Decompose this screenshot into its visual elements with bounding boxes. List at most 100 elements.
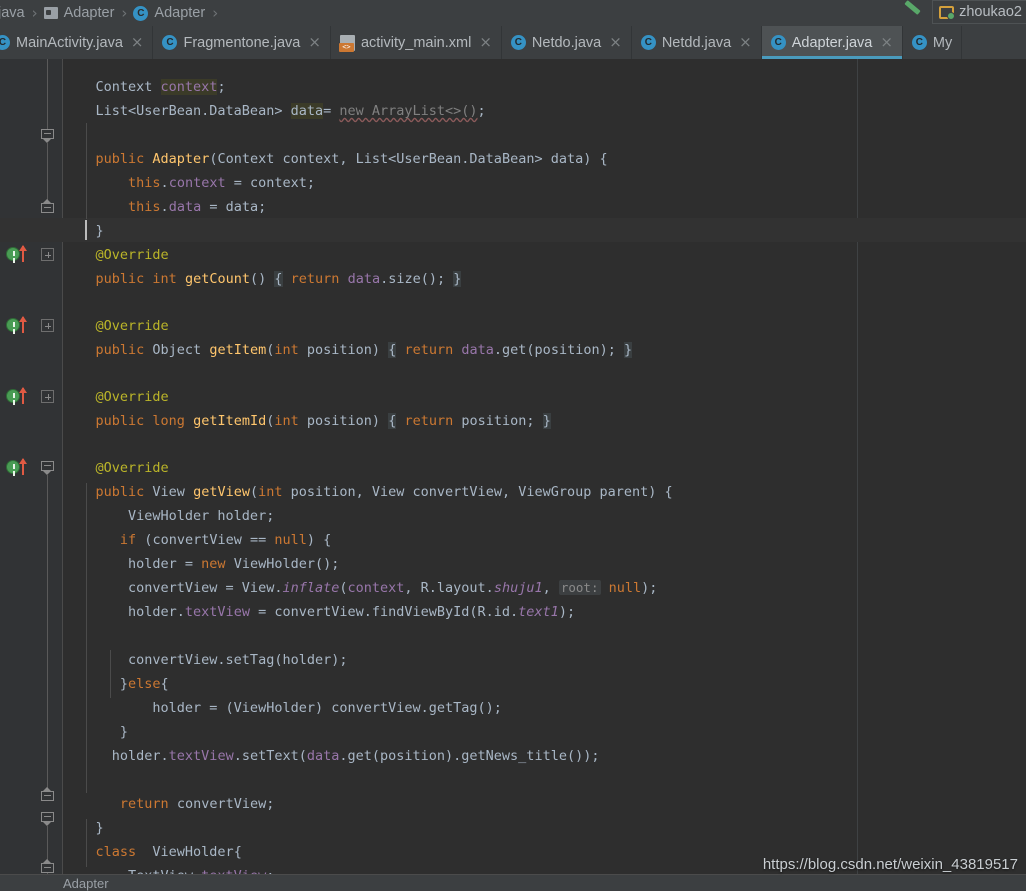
- status-bar-label: Adapter: [63, 876, 109, 891]
- code-line: public int getCount() { return data.size…: [95, 271, 462, 287]
- fold-collapse-icon[interactable]: [41, 461, 54, 475]
- fold-collapse-icon[interactable]: [41, 812, 54, 826]
- close-icon[interactable]: ×: [609, 35, 622, 50]
- breadcrumb-separator: ›: [121, 4, 128, 22]
- editor-gutter[interactable]: [0, 59, 32, 874]
- override-arrow: [19, 316, 27, 333]
- tab-adapter-java[interactable]: C Adapter.java ×: [761, 26, 903, 59]
- code-line: convertView = View.inflate(context, R.la…: [63, 580, 658, 596]
- green-check-icon[interactable]: [902, 4, 924, 20]
- code-line: class ViewHolder{: [63, 844, 242, 860]
- fold-expand-icon[interactable]: [41, 319, 54, 332]
- overrides-method-icon[interactable]: [6, 458, 32, 477]
- breadcrumb-item-java[interactable]: java ›: [0, 0, 44, 26]
- code-line: public long getItemId(int position) { re…: [95, 413, 551, 429]
- editor-fold-gutter[interactable]: [32, 59, 63, 874]
- code-line: @Override: [63, 389, 169, 405]
- java-class-icon: C: [0, 35, 10, 50]
- code-line: List<UserBean.DataBean> data= new ArrayL…: [63, 103, 486, 119]
- tab-netdo-java[interactable]: C Netdo.java ×: [502, 26, 632, 59]
- code-line: }: [63, 820, 104, 836]
- breadcrumb-item-adapter-class[interactable]: C Adapter ›: [133, 0, 224, 26]
- java-class-icon: C: [770, 35, 786, 50]
- override-badge: [6, 389, 20, 403]
- breadcrumb-item-adapter-package[interactable]: Adapter ›: [43, 0, 134, 26]
- code-line: convertView.setTag(holder);: [63, 652, 348, 668]
- code-content[interactable]: Context context; List<UserBean.DataBean>…: [0, 59, 1026, 874]
- close-icon[interactable]: ×: [479, 35, 492, 50]
- tab-activity-main-xml[interactable]: activity_main.xml ×: [331, 26, 502, 59]
- java-class-icon: C: [640, 35, 656, 50]
- tab-label: Netdo.java: [531, 34, 602, 51]
- close-icon[interactable]: ×: [880, 35, 893, 50]
- fold-expand-icon[interactable]: [41, 248, 54, 261]
- parameter-hint: root:: [558, 580, 601, 595]
- breadcrumb-label: java: [0, 5, 25, 21]
- code-line: public Adapter(Context context, List<Use…: [95, 151, 608, 167]
- close-icon[interactable]: ×: [308, 35, 321, 50]
- device-selector[interactable]: zhoukao2: [932, 0, 1026, 24]
- breadcrumb-label: Adapter: [63, 5, 115, 21]
- tab-fragmentone-java[interactable]: C Fragmentone.java ×: [153, 26, 331, 59]
- package-icon: [43, 7, 58, 19]
- tab-label: Netdd.java: [661, 34, 732, 51]
- override-arrow: [19, 458, 27, 475]
- close-icon[interactable]: ×: [739, 35, 752, 50]
- code-line: public Object getItem(int position) { re…: [95, 342, 633, 358]
- breadcrumb: java › Adapter › C Adapter ›: [0, 0, 1026, 26]
- watermark: https://blog.csdn.net/weixin_43819517: [762, 856, 1018, 873]
- code-line: return convertView;: [119, 796, 275, 812]
- run-configuration-widget: zhoukao2: [902, 0, 1026, 24]
- tab-label: My: [932, 34, 953, 51]
- overrides-method-icon[interactable]: [6, 316, 32, 335]
- xml-file-icon: [338, 34, 355, 52]
- tab-label: Adapter.java: [791, 34, 873, 51]
- class-icon: C: [133, 5, 149, 21]
- breadcrumb-separator: ›: [212, 4, 219, 22]
- close-icon[interactable]: ×: [131, 35, 144, 50]
- override-badge: [6, 247, 20, 261]
- fold-collapse-icon[interactable]: [41, 859, 54, 873]
- device-icon: [939, 5, 956, 20]
- code-line: }: [63, 724, 129, 740]
- code-line: ViewHolder holder;: [63, 508, 275, 524]
- code-line: holder = (ViewHolder) convertView.getTag…: [63, 700, 502, 716]
- breadcrumb-separator: ›: [31, 4, 38, 22]
- fold-collapse-icon[interactable]: [41, 199, 54, 213]
- device-name-label: zhoukao2: [959, 4, 1022, 20]
- code-line: if (convertView == null) {: [119, 532, 332, 548]
- tab-my-java[interactable]: C My: [903, 26, 963, 59]
- java-class-icon: C: [911, 35, 927, 50]
- code-line: }else{: [63, 676, 169, 692]
- tab-label: Fragmentone.java: [183, 34, 301, 51]
- tab-label: activity_main.xml: [360, 34, 472, 51]
- tab-label: MainActivity.java: [16, 34, 123, 51]
- fold-region-line: [47, 474, 48, 794]
- code-line: holder.textView.setText(data.get(positio…: [63, 748, 600, 764]
- code-editor[interactable]: Context context; List<UserBean.DataBean>…: [0, 59, 1026, 874]
- fold-collapse-icon[interactable]: [41, 787, 54, 801]
- override-arrow: [19, 387, 27, 404]
- ide-window: java › Adapter › C Adapter › zhoukao2 C …: [0, 0, 1026, 891]
- code-line: holder = new ViewHolder();: [63, 556, 340, 572]
- code-line: @Override: [63, 460, 169, 476]
- code-line: public View getView(int position, View c…: [95, 484, 673, 500]
- code-line: this.context = context;: [128, 175, 316, 191]
- code-line: TextView textView;: [63, 864, 274, 874]
- java-class-icon: C: [162, 35, 178, 50]
- fold-expand-icon[interactable]: [41, 390, 54, 403]
- fold-collapse-icon[interactable]: [41, 129, 54, 143]
- fold-region-line: [47, 59, 48, 134]
- tab-netdd-java[interactable]: C Netdd.java ×: [632, 26, 762, 59]
- tab-mainactivity-java[interactable]: C MainActivity.java ×: [0, 26, 154, 59]
- code-line: Context context;: [63, 79, 226, 95]
- code-line-current: @Override: [63, 247, 169, 263]
- code-line: this.data = data;: [128, 199, 267, 215]
- overrides-method-icon[interactable]: [6, 387, 32, 406]
- override-arrow: [19, 245, 27, 262]
- override-badge: [6, 318, 20, 332]
- status-bar: Adapter: [0, 874, 1026, 891]
- overrides-method-icon[interactable]: [6, 245, 32, 264]
- override-badge: [6, 460, 20, 474]
- java-class-icon: C: [510, 35, 526, 50]
